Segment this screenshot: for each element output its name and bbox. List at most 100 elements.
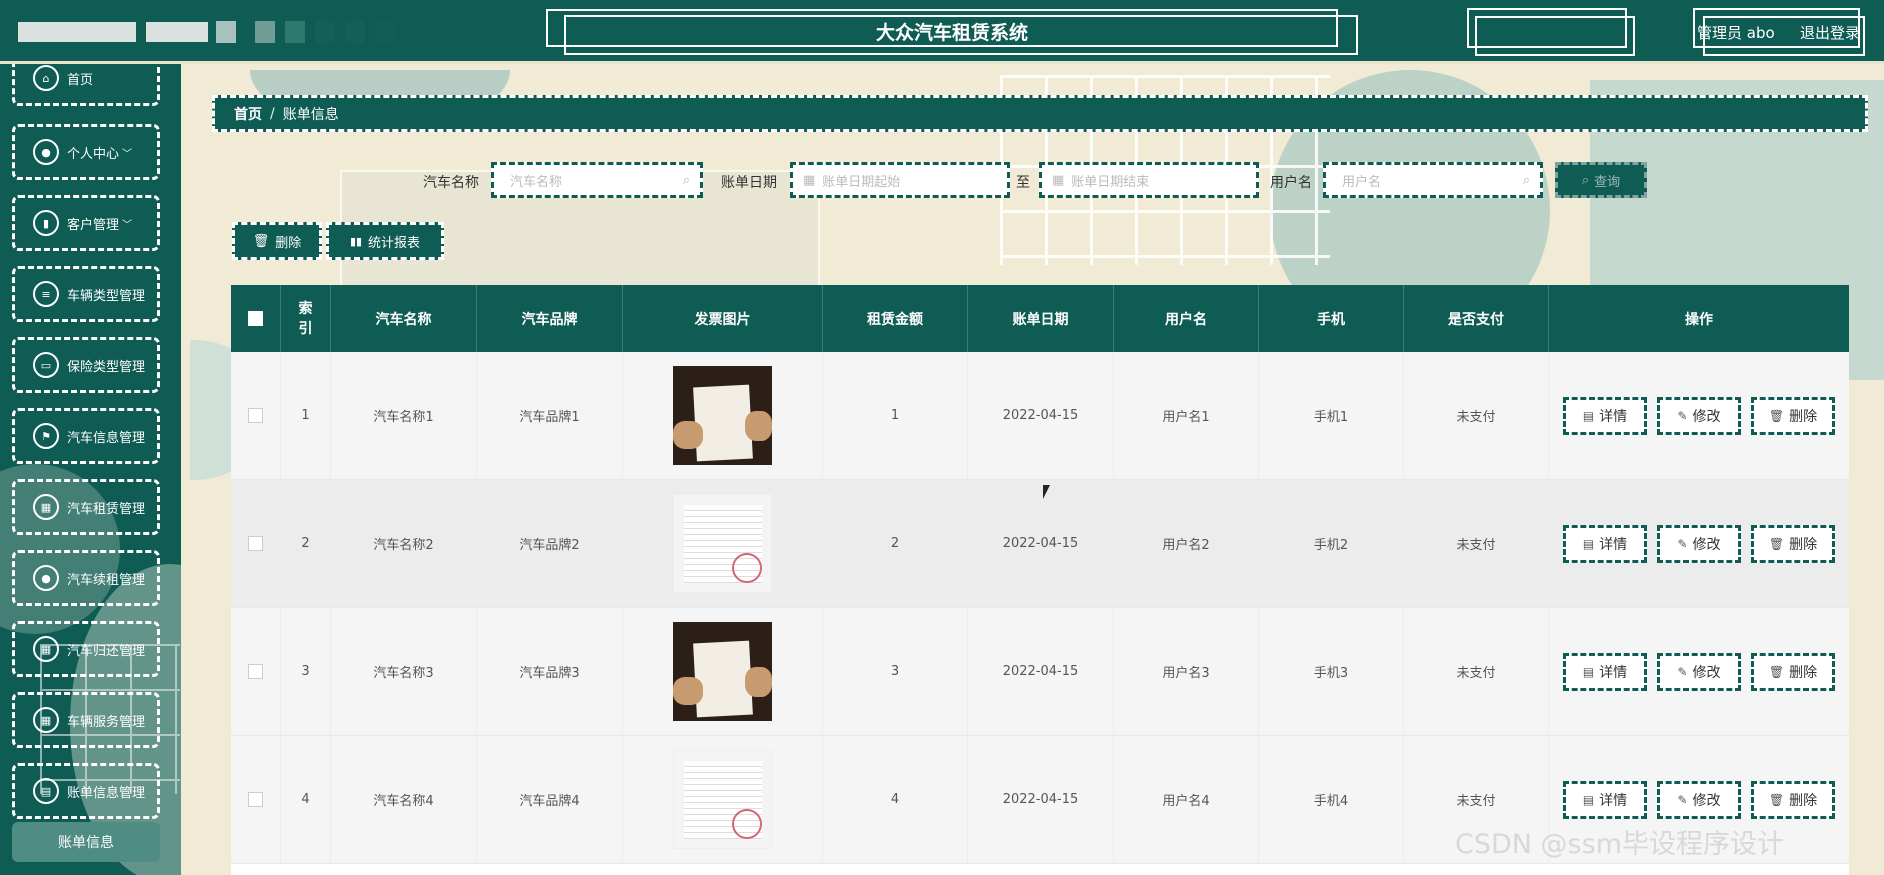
row-checkbox[interactable]: [248, 792, 263, 807]
date-cell: 2022-04-15: [968, 608, 1114, 735]
bar-chart-icon: ▮▮: [349, 234, 363, 248]
detail-button[interactable]: ▤ 详情: [1563, 652, 1647, 691]
row-checkbox[interactable]: [248, 408, 263, 423]
edit-button-label: 修改: [1692, 536, 1721, 553]
detail-button[interactable]: ▤ 详情: [1563, 396, 1647, 435]
date-text: 2022-04-15: [1002, 792, 1079, 807]
amount-cell: 4: [823, 736, 968, 863]
sidebar-item-car-renewal[interactable]: ● 汽车续租管理: [12, 550, 160, 606]
delete-button[interactable]: 🗑 删除: [1751, 396, 1835, 435]
edit-button-label: 修改: [1692, 664, 1721, 681]
header-frame: [1475, 16, 1635, 56]
column-header: 用户名: [1114, 285, 1259, 352]
image-cell: [623, 736, 823, 863]
sidebar-item-label: 保险类型管理: [67, 359, 146, 375]
date-cell: 2022-04-15: [968, 736, 1114, 863]
sidebar-item-insurance-type[interactable]: ▭ 保险类型管理: [12, 337, 160, 393]
delete-button[interactable]: 🗑 删除: [1751, 524, 1835, 563]
breadcrumb-home[interactable]: 首页: [234, 104, 262, 124]
username-input[interactable]: 用户名 ⌕: [1323, 162, 1543, 198]
watermark: CSDN @ssm毕设程序设计: [1455, 829, 1784, 860]
select-all-checkbox[interactable]: [248, 311, 263, 326]
invoice-image[interactable]: [673, 622, 772, 721]
username-cell: 用户名3: [1114, 608, 1259, 735]
sidebar-item-car-info[interactable]: ⚑ 汽车信息管理: [12, 408, 160, 464]
date-cell: 2022-04-15: [968, 480, 1114, 607]
query-button[interactable]: ⌕ 查询: [1555, 162, 1647, 198]
statistics-report-button[interactable]: ▮▮ 统计报表: [326, 222, 444, 260]
car-name-input[interactable]: 汽车名称 ⌕: [491, 162, 703, 198]
edit-button[interactable]: ✎ 修改: [1657, 524, 1741, 563]
sidebar-item-home[interactable]: ⌂ 首页: [12, 64, 160, 106]
delete-button[interactable]: 🗑 删除: [1751, 780, 1835, 819]
pencil-icon: ✎: [1677, 408, 1688, 423]
header-square: [285, 21, 305, 43]
sidebar-item-customer-management[interactable]: ▮ 客户管理 ﹀: [12, 195, 160, 251]
brand-cell: 汽车品牌2: [477, 480, 623, 607]
invoice-image[interactable]: [673, 366, 772, 465]
user-icon: ●: [33, 139, 59, 165]
sidebar-item-bill-management[interactable]: ▤ 账单信息管理: [12, 763, 160, 819]
detail-button[interactable]: ▤ 详情: [1563, 524, 1647, 563]
header-placeholder-block: [146, 22, 208, 42]
bill-table: 索引 汽车名称 汽车品牌 发票图片 租赁金额 账单日期 用户名 手机 是否支付 …: [231, 285, 1849, 875]
actions-cell: ▤ 详情 ✎ 修改 🗑 删除: [1549, 480, 1849, 607]
car-name-cell: 汽车名称3: [331, 608, 477, 735]
sidebar-subitem-bill-info[interactable]: 账单信息: [12, 822, 160, 862]
index-text: 4: [301, 792, 310, 807]
column-header: 索引: [281, 285, 331, 352]
document-icon: ▤: [1582, 536, 1595, 551]
image-cell: [623, 608, 823, 735]
sidebar-item-car-rental[interactable]: ▦ 汽车租赁管理: [12, 479, 160, 535]
column-header: 发票图片: [623, 285, 823, 352]
phone-cell: 手机2: [1259, 480, 1404, 607]
detail-button[interactable]: ▤ 详情: [1563, 780, 1647, 819]
sidebar-item-label: 车辆类型管理: [67, 288, 146, 304]
car-name-text: 汽车名称2: [373, 538, 434, 553]
username-cell: 用户名4: [1114, 736, 1259, 863]
mouse-cursor-icon: [1043, 485, 1050, 499]
header-square: [216, 21, 236, 43]
date-start-input[interactable]: ▦ 账单日期起始: [790, 162, 1010, 198]
car-name-text: 汽车名称4: [373, 794, 434, 809]
date-end-input[interactable]: ▦ 账单日期结束: [1039, 162, 1259, 198]
brand-cell: 汽车品牌1: [477, 352, 623, 479]
delete-button-label: 删除: [1789, 792, 1818, 809]
sidebar-item-label: 客户管理: [67, 217, 120, 233]
delete-button[interactable]: 🗑 删除: [1751, 652, 1835, 691]
invoice-image[interactable]: [673, 750, 772, 849]
amount-text: 1: [890, 408, 900, 423]
row-checkbox[interactable]: [248, 536, 263, 551]
header-square: [255, 21, 275, 43]
row-checkbox[interactable]: [248, 664, 263, 679]
batch-delete-button[interactable]: 🗑 删除: [232, 222, 322, 260]
phone-cell: 手机4: [1259, 736, 1404, 863]
date-end-placeholder: 账单日期结束: [1071, 174, 1150, 190]
edit-button[interactable]: ✎ 修改: [1657, 780, 1741, 819]
edit-button[interactable]: ✎ 修改: [1657, 652, 1741, 691]
trash-icon: 🗑: [1768, 664, 1785, 679]
paid-status-text: 未支付: [1456, 410, 1496, 425]
document-icon: ▤: [1582, 792, 1595, 807]
paid-status-cell: 未支付: [1404, 352, 1549, 479]
edit-button[interactable]: ✎ 修改: [1657, 396, 1741, 435]
sidebar-item-car-return[interactable]: ▦ 汽车归还管理: [12, 621, 160, 677]
sidebar-item-vehicle-type[interactable]: ≡ 车辆类型管理: [12, 266, 160, 322]
select-all-cell: [231, 285, 281, 352]
pencil-icon: ✎: [1677, 536, 1688, 551]
detail-button-label: 详情: [1599, 536, 1628, 553]
checkbox-cell: [231, 608, 281, 735]
sidebar-item-label: 车辆服务管理: [67, 714, 146, 730]
trash-icon: 🗑: [1768, 536, 1785, 551]
car-name-placeholder: 汽车名称: [510, 174, 563, 190]
sidebar-item-personal-center[interactable]: ● 个人中心 ﹀: [12, 124, 160, 180]
car-name-cell: 汽车名称1: [331, 352, 477, 479]
username-text: 用户名3: [1162, 666, 1210, 681]
car-name-text: 汽车名称1: [373, 410, 434, 425]
sidebar-item-vehicle-service[interactable]: ▦ 车辆服务管理: [12, 692, 160, 748]
header-square: [375, 21, 395, 43]
column-header: 汽车名称: [331, 285, 477, 352]
sidebar-item-label: 首页: [67, 72, 94, 88]
invoice-image[interactable]: [673, 494, 772, 593]
logout-link[interactable]: 退出登录: [1800, 22, 1860, 43]
